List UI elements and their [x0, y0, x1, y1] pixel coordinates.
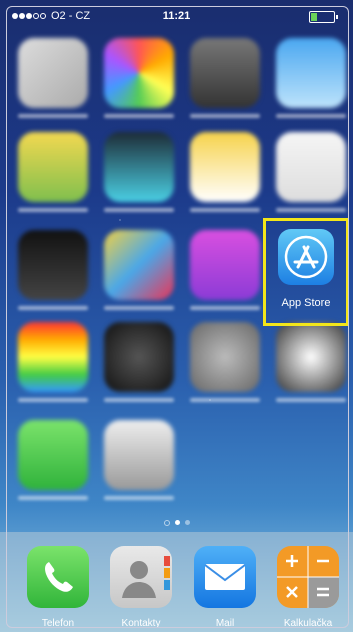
app-store-icon[interactable]	[278, 229, 334, 285]
page-dot-active	[174, 520, 180, 525]
app-store-label: App Store	[281, 297, 331, 309]
home-screen: O2 - CZ 11:21 App Store Telefon Kontakty…	[0, 0, 353, 632]
phone-icon[interactable]	[27, 546, 89, 608]
dock: Telefon Kontakty Mail Kalkulačka	[0, 532, 353, 632]
blurred-app-icon[interactable]	[104, 322, 174, 392]
status-time: 11:21	[162, 10, 191, 22]
blurred-app-label	[276, 398, 346, 402]
blurred-app-icon[interactable]	[276, 132, 346, 202]
blurred-app-label	[18, 114, 88, 118]
blurred-app-icon[interactable]	[276, 322, 346, 392]
blurred-app-label	[190, 306, 260, 310]
blurred-app-icon[interactable]	[190, 322, 260, 392]
blurred-app-icon[interactable]	[104, 38, 174, 108]
blurred-app-label	[190, 398, 260, 402]
battery-icon	[309, 11, 338, 23]
page-indicator[interactable]	[0, 520, 353, 526]
contacts-icon[interactable]	[110, 546, 172, 608]
blurred-app-icon[interactable]	[190, 38, 260, 108]
app-store-highlight[interactable]: App Store	[263, 218, 349, 326]
status-bar: O2 - CZ 11:21	[12, 8, 341, 24]
blurred-app-icon[interactable]	[104, 420, 174, 490]
app-store-glyph	[284, 235, 328, 279]
blurred-app-label	[104, 496, 174, 500]
blurred-app-label	[104, 398, 174, 402]
blurred-app-label	[190, 114, 260, 118]
blurred-app-label	[18, 306, 88, 310]
dock-label-calculator: Kalkulačka	[283, 618, 333, 629]
blurred-app-label	[104, 114, 174, 118]
dock-label-contacts: Kontakty	[121, 618, 161, 629]
blurred-app-icon[interactable]	[18, 420, 88, 490]
blurred-app-label	[276, 114, 346, 118]
page-dot	[184, 520, 190, 525]
dock-label-phone: Telefon	[41, 618, 75, 629]
blurred-app-label	[18, 496, 88, 500]
blurred-app-label	[18, 398, 88, 402]
calculator-icon[interactable]	[277, 546, 339, 608]
blurred-app-icon[interactable]	[18, 132, 88, 202]
phone-glyph	[45, 562, 73, 592]
dock-label-mail: Mail	[215, 618, 235, 629]
blurred-app-label	[190, 208, 260, 212]
battery-fill	[311, 13, 317, 21]
blurred-app-icon[interactable]	[18, 38, 88, 108]
blurred-app-label	[104, 208, 174, 212]
blurred-app-label	[18, 208, 88, 212]
blurred-app-label	[104, 306, 174, 310]
mail-glyph	[204, 564, 246, 590]
blurred-app-icon[interactable]	[104, 132, 174, 202]
blurred-app-icon[interactable]	[276, 38, 346, 108]
blurred-app-icon[interactable]	[104, 230, 174, 300]
mail-icon[interactable]	[194, 546, 256, 608]
blurred-app-label	[276, 208, 346, 212]
calculator-glyph	[277, 546, 339, 608]
blurred-app-icon[interactable]	[18, 322, 88, 392]
blurred-app-icon[interactable]	[190, 230, 260, 300]
contacts-glyph	[122, 556, 170, 598]
blurred-app-icon[interactable]	[190, 132, 260, 202]
search-page-dot	[163, 520, 170, 526]
blurred-app-icon[interactable]	[18, 230, 88, 300]
